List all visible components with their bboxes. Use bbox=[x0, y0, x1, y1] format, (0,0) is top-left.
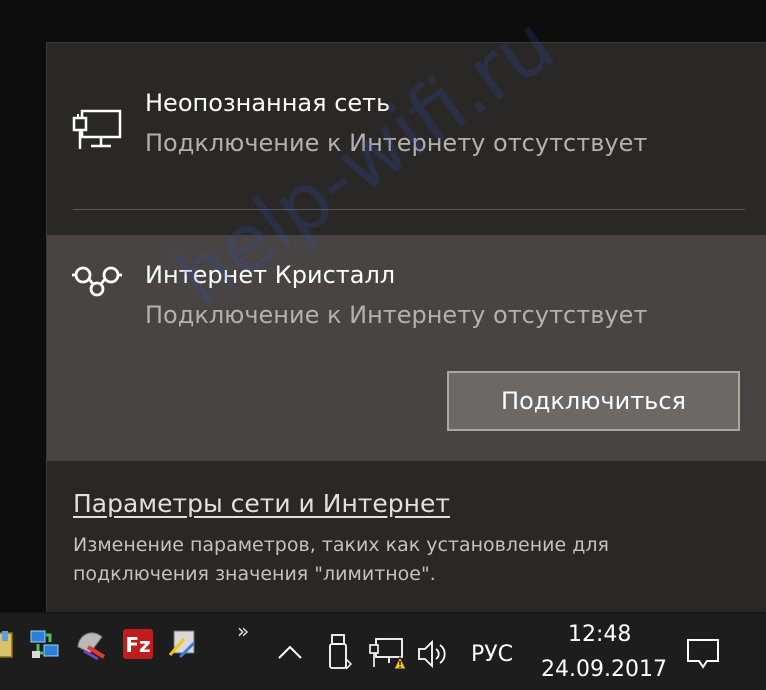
usb-drive-icon[interactable] bbox=[326, 633, 353, 675]
speaker-icon[interactable] bbox=[416, 639, 452, 673]
network-name: Интернет Кристалл bbox=[145, 261, 396, 289]
wifi-hotspot-icon bbox=[71, 261, 123, 305]
ethernet-monitor-icon bbox=[71, 109, 123, 155]
language-indicator[interactable]: РУС bbox=[471, 642, 513, 667]
network-tool-icon[interactable] bbox=[28, 627, 62, 661]
network-flyout: Неопознанная сеть Подключение к Интернет… bbox=[46, 42, 766, 612]
action-center-icon[interactable] bbox=[685, 637, 721, 675]
connect-button[interactable]: Подключиться bbox=[447, 371, 740, 431]
network-settings-description: Изменение параметров, таких как установл… bbox=[73, 534, 609, 585]
overflow-button[interactable]: » bbox=[237, 619, 249, 643]
network-status: Подключение к Интернету отсутствует bbox=[145, 301, 648, 329]
taskbar: Fz » РУС 12:48 24.09.2017 bbox=[0, 612, 766, 690]
satellite-app-icon[interactable] bbox=[74, 627, 108, 661]
network-status: Подключение к Интернету отсутствует bbox=[145, 129, 648, 157]
svg-text:Fz: Fz bbox=[125, 633, 150, 657]
network-settings-link[interactable]: Параметры сети и Интернет bbox=[73, 489, 450, 518]
network-warning-icon[interactable] bbox=[368, 637, 408, 675]
network-name: Неопознанная сеть bbox=[145, 89, 391, 117]
clock-time[interactable]: 12:48 bbox=[568, 622, 631, 647]
transfer-app-icon[interactable] bbox=[166, 627, 200, 661]
filezilla-icon[interactable]: Fz bbox=[121, 627, 155, 661]
divider bbox=[73, 209, 745, 210]
clock-date[interactable]: 24.09.2017 bbox=[541, 657, 667, 682]
network-item-unknown[interactable]: Неопознанная сеть Подключение к Интернет… bbox=[47, 43, 766, 203]
network-item-selected[interactable]: Интернет Кристалл Подключение к Интернет… bbox=[47, 235, 766, 461]
app-icon[interactable] bbox=[0, 627, 20, 661]
chevron-up-icon[interactable] bbox=[276, 643, 304, 665]
